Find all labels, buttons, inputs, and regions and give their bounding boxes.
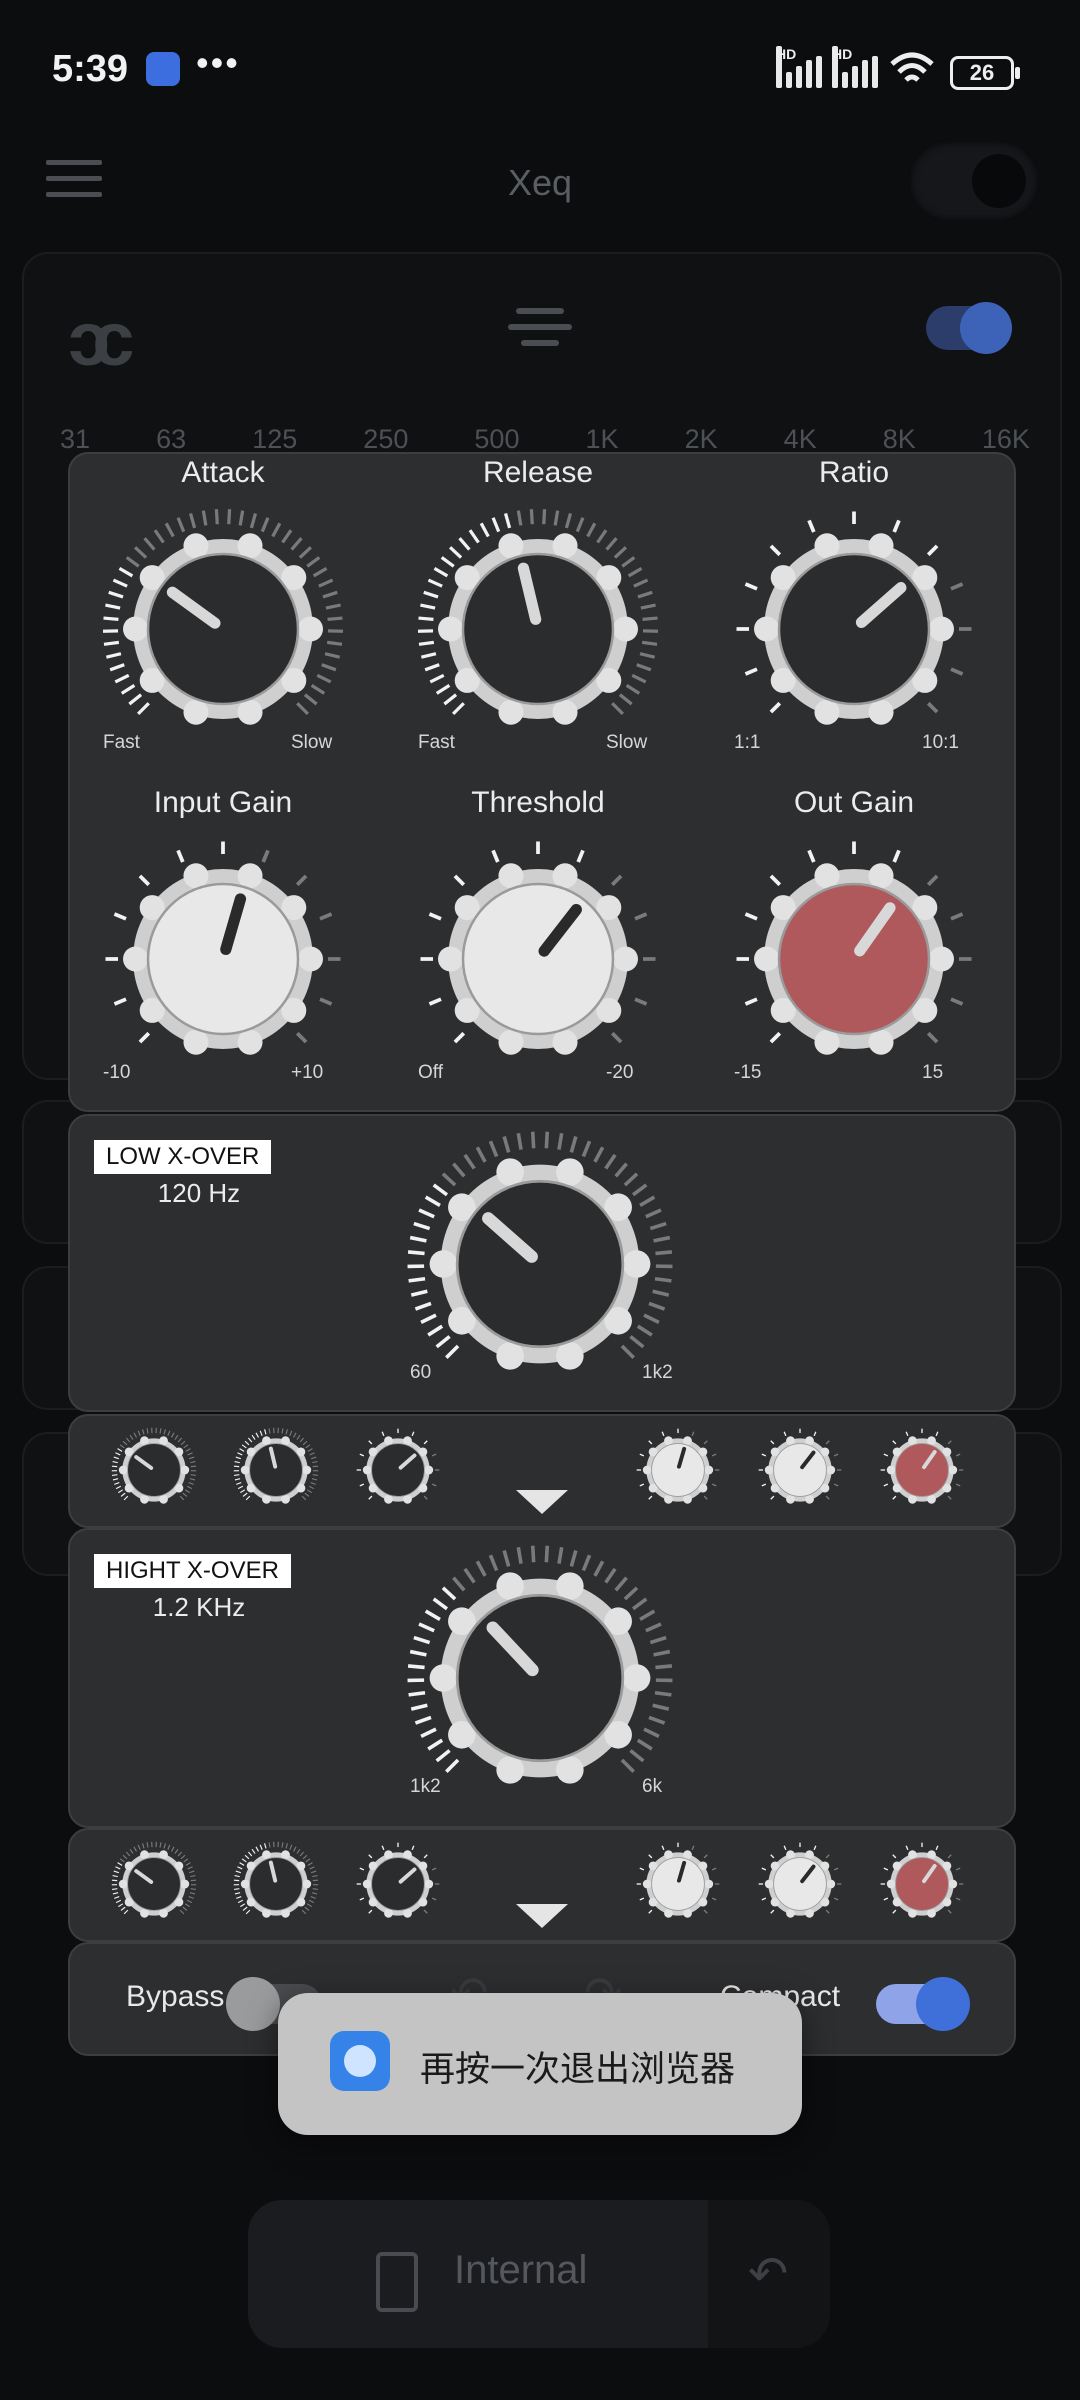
frequency-label: 500 — [474, 424, 520, 454]
band-mini-knobs — [68, 1828, 1016, 1942]
toast-text: 再按一次退出浏览器 — [420, 2050, 736, 2089]
device-speaker-icon — [376, 2252, 418, 2312]
mini-knob[interactable] — [878, 1426, 966, 1519]
knob-min-label: -15 — [734, 1062, 762, 1083]
crossover-min-label: 60 — [410, 1362, 432, 1383]
compact-toggle[interactable] — [876, 1977, 970, 2031]
signal-icon: HD — [776, 46, 836, 88]
power-toggle[interactable] — [908, 140, 1040, 222]
knob-title: Threshold — [471, 786, 605, 819]
status-bar: 5:39 ••• HD HD 26 — [0, 0, 1080, 140]
knob-max-label: Slow — [606, 732, 648, 753]
mini-knob[interactable] — [110, 1426, 198, 1519]
knob-title: Ratio — [818, 456, 890, 489]
knob-min-label: Fast — [103, 732, 140, 753]
signal-icon: HD — [832, 46, 892, 88]
high-xover-value: 1.2 KHz — [152, 1592, 246, 1622]
mini-knob[interactable] — [756, 1840, 844, 1933]
knob-title: Input Gain — [153, 786, 293, 819]
knob-max-label: Slow — [291, 732, 333, 753]
frequency-label: 16K — [981, 424, 1030, 454]
crossover-knob[interactable] — [402, 1126, 678, 1407]
frequency-label: 63 — [156, 424, 187, 454]
return-icon: ↶ — [748, 2248, 789, 2301]
mini-knob[interactable] — [232, 1840, 320, 1933]
low-xover-tag: LOW X-OVER — [94, 1140, 272, 1174]
knob-max-label: +10 — [291, 1062, 324, 1083]
mini-knob[interactable] — [634, 1840, 722, 1933]
band-mini-knobs — [68, 1414, 1016, 1528]
battery-icon: 26 — [950, 56, 1020, 90]
rotary-knob[interactable] — [729, 834, 979, 1089]
compressor-panel: Attack Fast Slow Release Fast Slow Ratio 1:1 10:… — [68, 452, 1016, 1112]
frequency-label: 31 — [60, 424, 91, 454]
bypass-label: Bypass — [126, 1980, 225, 2013]
knob-min-label: -10 — [103, 1062, 131, 1083]
eq-enable-toggle[interactable] — [926, 302, 1012, 354]
mini-knob[interactable] — [354, 1426, 442, 1519]
knob-max-label: 15 — [922, 1062, 944, 1083]
knob-min-label: 1:1 — [734, 732, 761, 753]
wifi-icon — [890, 52, 934, 82]
knob-max-label: 10:1 — [922, 732, 959, 753]
more-notifications-icon: ••• — [196, 42, 240, 83]
frequency-label: 250 — [363, 424, 409, 454]
frequency-label: 125 — [252, 424, 298, 454]
knob-max-label: -20 — [606, 1062, 634, 1083]
mini-knob[interactable] — [232, 1426, 320, 1519]
frequency-label: 8K — [882, 424, 916, 454]
high-xover-tag: HIGHT X-OVER — [94, 1554, 291, 1588]
crossover-knob[interactable] — [402, 1540, 678, 1821]
high-crossover-panel: HIGHT X-OVER 1.2 KHz 1k2 6k — [68, 1528, 1016, 1828]
expand-arrow-icon[interactable] — [516, 1904, 568, 1928]
frequency-label: 4K — [783, 424, 817, 454]
frequency-labels: 31 63 125 250 500 1K 2K 4K 8K 16K — [60, 424, 1030, 455]
knob-min-label: Fast — [418, 732, 455, 753]
knob-min-label: Off — [418, 1062, 443, 1083]
crossover-max-label: 1k2 — [642, 1362, 673, 1383]
crossover-min-label: 1k2 — [410, 1776, 441, 1797]
frequency-label: 2K — [684, 424, 718, 454]
knob-title: Out Gain — [793, 786, 915, 819]
rotary-knob[interactable] — [413, 834, 663, 1089]
return-button[interactable]: ↶ — [708, 2200, 830, 2348]
equalizer-icon[interactable] — [508, 308, 572, 350]
audio-source-label: Internal — [454, 2248, 588, 2292]
rotary-knob[interactable] — [413, 504, 663, 759]
browser-icon — [330, 2031, 390, 2091]
status-time: 5:39 — [52, 48, 129, 90]
app-logo: ɔc — [68, 297, 134, 382]
expand-arrow-icon[interactable] — [516, 1490, 568, 1514]
audio-source-selector[interactable]: Internal — [248, 2200, 708, 2348]
knob-title: Attack — [181, 456, 265, 489]
frequency-label: 1K — [585, 424, 619, 454]
mini-knob[interactable] — [634, 1426, 722, 1519]
rotary-knob[interactable] — [98, 834, 348, 1089]
mini-knob[interactable] — [756, 1426, 844, 1519]
mini-knob[interactable] — [878, 1840, 966, 1933]
mini-knob[interactable] — [110, 1840, 198, 1933]
low-crossover-panel: LOW X-OVER 120 Hz 60 1k2 — [68, 1114, 1016, 1412]
low-xover-value: 120 Hz — [157, 1178, 241, 1208]
app-notification-icon — [146, 52, 180, 86]
knob-title: Release — [482, 456, 594, 489]
toast-message: 再按一次退出浏览器 — [278, 1993, 802, 2135]
mini-knob[interactable] — [354, 1840, 442, 1933]
rotary-knob[interactable] — [98, 504, 348, 759]
crossover-max-label: 6k — [642, 1776, 663, 1797]
rotary-knob[interactable] — [729, 504, 979, 759]
